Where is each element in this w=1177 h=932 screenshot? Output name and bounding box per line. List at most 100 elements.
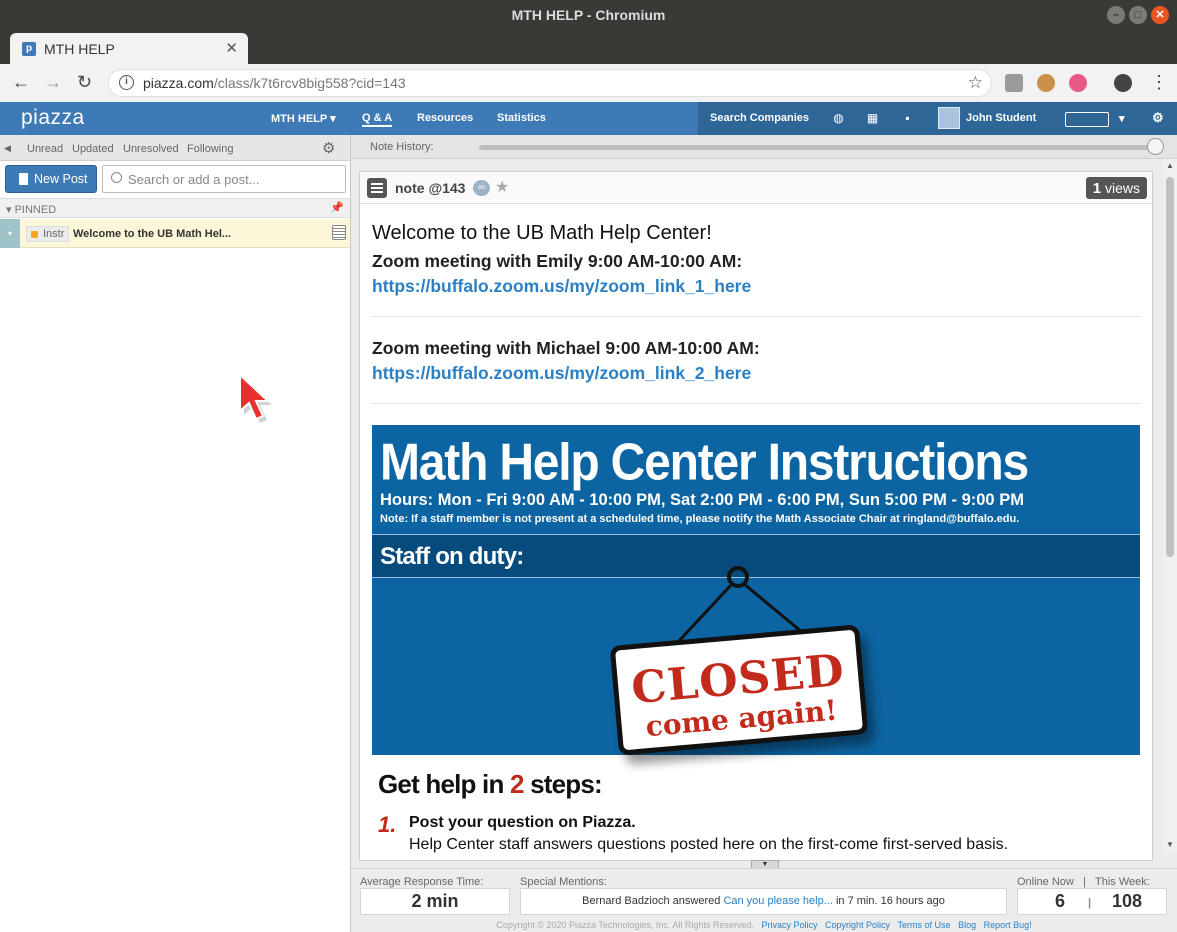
note-pane: Note History: note @143 ∞ ★ 1 views Welc…: [351, 135, 1177, 932]
note-history-label: Note History:: [370, 141, 434, 153]
globe-icon[interactable]: ◍: [831, 111, 846, 126]
window-title-bar: MTH HELP - Chromium – □ ✕: [0, 0, 1177, 30]
link-icon[interactable]: ∞: [473, 180, 490, 196]
camera-extension-icon[interactable]: [1005, 74, 1023, 92]
zoom-emily-link[interactable]: https://buffalo.zoom.us/my/zoom_link_1_h…: [372, 276, 751, 296]
views-badge: 1 views: [1085, 177, 1147, 199]
favorite-star-icon[interactable]: ★: [495, 177, 509, 197]
divider: [372, 316, 1140, 317]
filter-unresolved[interactable]: Unresolved: [123, 143, 179, 155]
back-arrow-icon[interactable]: ←: [12, 72, 30, 93]
note-header: note @143 ∞ ★ 1 views: [360, 172, 1152, 204]
browser-tab[interactable]: p MTH HELP ✕: [10, 33, 248, 64]
note-scrollbar[interactable]: ▲ ▼: [1163, 159, 1177, 851]
forward-arrow-icon[interactable]: →: [44, 72, 62, 93]
color-extension-icon[interactable]: [1069, 74, 1087, 92]
scroll-up-icon[interactable]: ▲: [1166, 161, 1174, 170]
instructor-tag: Instr: [26, 226, 70, 242]
class-select[interactable]: [1065, 112, 1109, 127]
url-host: piazza.com: [143, 75, 214, 91]
new-post-button[interactable]: New Post: [5, 165, 97, 193]
report-bug-link[interactable]: Report Bug!: [984, 920, 1032, 930]
note-number: note @143: [395, 180, 466, 196]
tab-qa[interactable]: Q & A: [362, 112, 393, 127]
piazza-logo[interactable]: piazza: [21, 106, 85, 130]
user-name[interactable]: John Student: [966, 112, 1036, 124]
feed-filter-bar: ◀ Unread Updated Unresolved Following ⚙: [0, 135, 350, 161]
filter-following[interactable]: Following: [187, 143, 233, 155]
special-mention: Bernard Badzioch answered Can you please…: [520, 888, 1007, 915]
history-slider-handle[interactable]: [1147, 138, 1164, 155]
search-companies-link[interactable]: Search Companies: [710, 112, 809, 124]
site-info-icon[interactable]: i: [119, 75, 134, 90]
feed-settings-gear-icon[interactable]: ⚙: [322, 139, 335, 157]
close-window-icon[interactable]: ✕: [1151, 6, 1169, 24]
zoom-michael-link[interactable]: https://buffalo.zoom.us/my/zoom_link_2_h…: [372, 363, 751, 383]
views-count: 1: [1092, 180, 1102, 197]
online-now-label: Online Now: [1017, 876, 1074, 888]
url-text[interactable]: piazza.com/class/k7t6rcv8big558?cid=143: [143, 75, 406, 91]
zoom-michael-title: Zoom meeting with Michael 9:00 AM-10:00 …: [372, 338, 760, 358]
avatar[interactable]: [938, 107, 960, 129]
bookmark-star-icon[interactable]: ☆: [968, 73, 983, 93]
banner-hours: Hours: Mon - Fri 9:00 AM - 10:00 PM, Sat…: [380, 491, 1024, 509]
scrollbar-thumb[interactable]: [1166, 177, 1174, 557]
address-bar[interactable]: i piazza.com/class/k7t6rcv8big558?cid=14…: [108, 69, 992, 97]
instructor-badge-icon: [31, 231, 38, 238]
stats-footer: Average Response Time: 2 min Special Men…: [351, 868, 1177, 932]
history-slider-track[interactable]: [479, 145, 1151, 150]
calendar-icon[interactable]: ▦: [865, 111, 880, 126]
blog-link[interactable]: Blog: [958, 920, 976, 930]
piazza-favicon-icon: p: [22, 42, 36, 56]
search-input[interactable]: [128, 170, 338, 188]
mention-post-link[interactable]: Can you please help...: [723, 895, 832, 907]
views-label: views: [1104, 180, 1140, 196]
search-box[interactable]: [102, 165, 346, 193]
reload-icon[interactable]: ↻: [77, 72, 92, 93]
step-one-title: Post your question on Piazza.: [409, 814, 636, 831]
tab-title: MTH HELP: [44, 41, 115, 57]
note-menu-icon[interactable]: [367, 178, 387, 198]
tab-close-icon[interactable]: ✕: [225, 39, 238, 57]
minimize-icon[interactable]: –: [1107, 6, 1125, 24]
class-menu-label: MTH HELP: [271, 113, 328, 125]
note-history-bar: Note History:: [351, 135, 1177, 159]
pinned-section-header[interactable]: ▾ PINNED 📌: [0, 198, 350, 218]
post-title[interactable]: Welcome to the UB Math Hel...: [73, 228, 231, 240]
class-menu[interactable]: MTH HELP ▾: [271, 112, 336, 125]
scroll-down-icon[interactable]: ▼: [1166, 840, 1174, 849]
maximize-icon[interactable]: □: [1129, 6, 1147, 24]
steps-pre: Get help in: [378, 769, 510, 799]
footer-separator: |: [1083, 876, 1086, 888]
search-icon: [111, 172, 122, 183]
pin-icon: 📌: [330, 202, 344, 214]
privacy-policy-link[interactable]: Privacy Policy: [761, 920, 817, 930]
copyright-policy-link[interactable]: Copyright Policy: [825, 920, 890, 930]
note-card: note @143 ∞ ★ 1 views Welcome to the UB …: [359, 171, 1153, 861]
filter-unread[interactable]: Unread: [27, 143, 63, 155]
browser-menu-icon[interactable]: ⋮: [1150, 72, 1168, 93]
list-item[interactable]: ▾ Instr Welcome to the UB Math Hel...: [0, 219, 350, 248]
steps-count: 2: [509, 769, 524, 799]
this-week-value: 108: [1111, 891, 1143, 911]
divider: [372, 403, 1140, 404]
filter-updated[interactable]: Updated: [72, 143, 114, 155]
online-stats: 6 | 108: [1017, 888, 1167, 915]
cookie-extension-icon[interactable]: [1037, 74, 1055, 92]
dropdown-caret-icon[interactable]: ▾: [1119, 112, 1125, 125]
tab-resources[interactable]: Resources: [417, 112, 473, 124]
chat-icon[interactable]: ▪: [900, 111, 915, 126]
profile-icon[interactable]: [1114, 74, 1132, 92]
terms-of-use-link[interactable]: Terms of Use: [898, 920, 951, 930]
tab-statistics[interactable]: Statistics: [497, 112, 546, 124]
note-headline: Welcome to the UB Math Help Center!: [372, 222, 712, 244]
new-post-label: New Post: [34, 172, 88, 186]
tab-strip: p MTH HELP ✕ +: [0, 30, 1177, 86]
note-type-icon: [332, 225, 346, 240]
settings-gear-icon[interactable]: ⚙: [1152, 110, 1164, 126]
collapse-feed-icon[interactable]: ◀: [4, 143, 11, 154]
copyright-text: Copyright © 2020 Piazza Technologies, In…: [496, 920, 754, 930]
expand-toggle-icon[interactable]: ▾: [0, 219, 20, 248]
browser-toolbar: ← → ↻ i piazza.com/class/k7t6rcv8big558?…: [0, 64, 1177, 102]
zoom-emily-title: Zoom meeting with Emily 9:00 AM-10:00 AM…: [372, 251, 743, 271]
